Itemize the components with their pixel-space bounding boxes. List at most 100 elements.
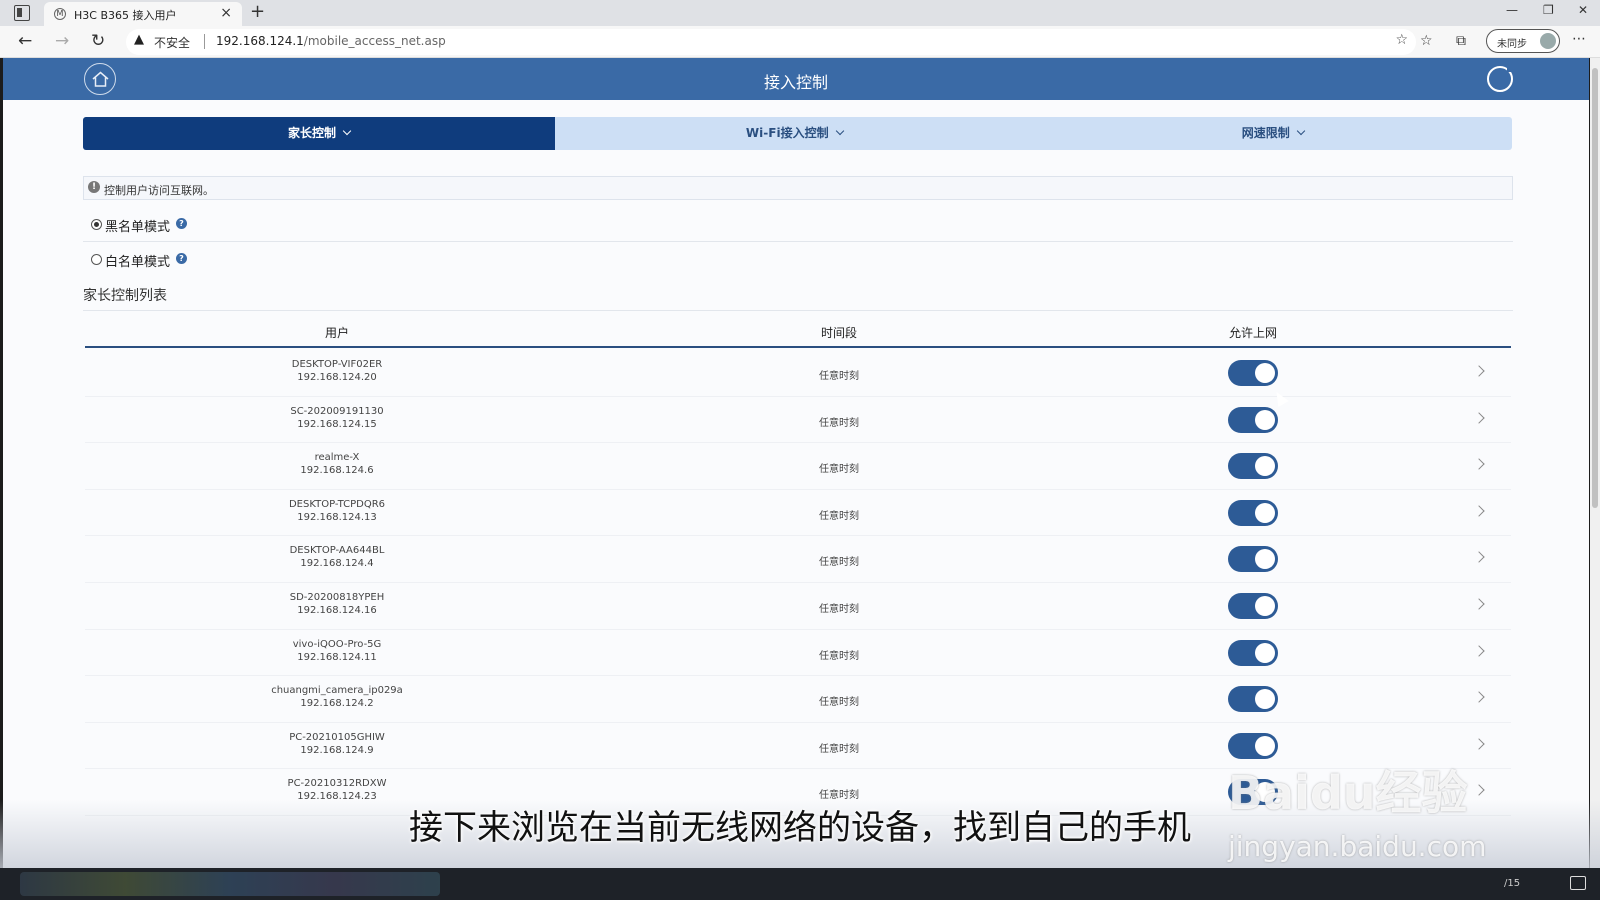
device-name: DESKTOP-TCPDQR6 <box>288 498 386 510</box>
tab-speed-limit[interactable]: 网速限制 <box>1034 117 1513 150</box>
device-name: DESKTOP-VIF02ER <box>291 359 383 370</box>
control-tabs: 家长控制 Wi-Fi接入控制 网速限制 <box>83 117 1512 150</box>
tab-label: 家长控制 <box>287 126 336 140</box>
chevron-right-icon[interactable] <box>1473 784 1485 797</box>
device-ip: 192.168.124.4 <box>300 558 374 570</box>
page-scrollbar[interactable] <box>1590 58 1600 871</box>
taskbar-clock: /15 <box>1504 878 1521 889</box>
table-row[interactable]: DESKTOP-VIF02ER 192.168.124.20 任意时刻 <box>85 350 1511 397</box>
more-menu-icon[interactable]: ⋯ <box>1572 31 1586 47</box>
url-text[interactable]: 192.168.124.1/mobile_access_net.asp <box>216 34 446 48</box>
table-row[interactable]: vivo-iQOO-Pro-5G 192.168.124.11 任意时刻 <box>85 630 1511 677</box>
insecure-label: 不安全 <box>154 36 191 50</box>
whitelist-radio[interactable] <box>91 254 102 265</box>
browser-tab-title: H3C B365 接入用户 <box>74 9 177 22</box>
table-row[interactable]: realme-X 192.168.124.6 任意时刻 <box>85 443 1511 490</box>
allow-internet-toggle[interactable] <box>1228 639 1278 666</box>
refresh-icon[interactable] <box>1487 65 1514 92</box>
table-header: 用户 时间段 允许上网 <box>85 320 1511 348</box>
device-name: realme-X <box>314 452 360 464</box>
add-favorite-icon[interactable]: ☆ <box>1395 32 1408 48</box>
warning-icon[interactable]: ▲ <box>134 32 144 47</box>
allow-internet-toggle[interactable] <box>1228 360 1278 386</box>
help-icon[interactable]: ? <box>176 218 187 229</box>
table-row[interactable]: SD-20200818YPEH 192.168.124.16 任意时刻 <box>85 583 1511 630</box>
toggle-knob <box>1255 502 1275 523</box>
chevron-right-icon[interactable] <box>1473 598 1485 610</box>
allow-internet-toggle[interactable] <box>1228 732 1278 759</box>
tab-wifi-access-control[interactable]: Wi-Fi接入控制 <box>555 117 1034 150</box>
device-ip: 192.168.124.2 <box>300 698 374 710</box>
chevron-right-icon[interactable] <box>1473 738 1485 750</box>
allow-internet-toggle[interactable] <box>1228 546 1278 573</box>
profile-sync-button[interactable]: 未同步 <box>1486 29 1560 53</box>
help-icon[interactable]: ? <box>176 253 187 264</box>
table-row[interactable]: DESKTOP-AA644BL 192.168.124.4 任意时刻 <box>85 536 1511 583</box>
time-period: 任意时刻 <box>819 371 859 382</box>
device-info: vivo-iQOO-Pro-5G 192.168.124.11 <box>293 638 382 664</box>
blacklist-radio[interactable] <box>91 219 102 230</box>
time-period: 任意时刻 <box>819 417 859 429</box>
chevron-down-icon <box>835 126 844 136</box>
table-row[interactable]: chuangmi_camera_ip029a 192.168.124.2 任意时刻 <box>85 676 1511 723</box>
table-row[interactable]: DESKTOP-TCPDQR6 192.168.124.13 任意时刻 <box>85 490 1511 537</box>
chevron-right-icon[interactable] <box>1473 411 1485 424</box>
url-separator <box>204 34 205 49</box>
device-info: SD-20200818YPEH 192.168.124.16 <box>290 591 385 617</box>
allow-internet-toggle[interactable] <box>1228 499 1278 526</box>
allow-internet-toggle[interactable] <box>1228 686 1278 713</box>
reload-icon[interactable]: ↻ <box>91 31 105 51</box>
chevron-right-icon[interactable] <box>1473 505 1485 517</box>
notification-icon[interactable] <box>1570 876 1586 890</box>
minimize-icon[interactable]: — <box>1506 3 1518 17</box>
device-info: DESKTOP-TCPDQR6 192.168.124.13 <box>289 498 385 524</box>
favorites-icon[interactable]: ☆ <box>1420 33 1433 49</box>
toggle-knob <box>1255 456 1275 477</box>
device-ip: 192.168.124.15 <box>297 418 377 430</box>
taskbar: /15 <box>0 868 1600 900</box>
info-icon: ! <box>88 181 100 193</box>
time-period: 任意时刻 <box>819 603 859 615</box>
device-info: SC-202009191130 192.168.124.15 <box>290 405 383 431</box>
whitelist-mode-option[interactable]: 白名单模式 ? <box>83 242 1513 277</box>
window-menu-icon[interactable] <box>14 5 30 21</box>
table-row[interactable]: SC-202009191130 192.168.124.15 任意时刻 <box>85 397 1511 444</box>
page-title: 接入控制 <box>763 73 828 92</box>
chevron-right-icon[interactable] <box>1473 691 1485 703</box>
allow-internet-toggle[interactable] <box>1228 453 1278 480</box>
close-window-icon[interactable]: ✕ <box>1578 3 1588 17</box>
chevron-down-icon <box>1296 126 1305 136</box>
device-ip: 192.168.124.20 <box>297 372 377 383</box>
time-period: 任意时刻 <box>819 464 859 476</box>
device-info: realme-X 192.168.124.6 <box>300 451 373 477</box>
column-header-time: 时间段 <box>820 326 858 340</box>
scrollbar-thumb[interactable] <box>1592 68 1598 508</box>
chevron-down-icon <box>342 126 352 136</box>
time-period: 任意时刻 <box>819 510 859 522</box>
allow-internet-toggle[interactable] <box>1228 406 1278 433</box>
toggle-knob <box>1255 363 1275 383</box>
browser-tab[interactable]: M H3C B365 接入用户 × <box>44 2 242 26</box>
device-ip: 192.168.124.11 <box>297 651 377 663</box>
blacklist-label: 黑名单模式 <box>105 220 171 235</box>
info-notice: ! 控制用户访问互联网。 <box>83 176 1513 200</box>
chevron-right-icon[interactable] <box>1473 458 1485 470</box>
close-tab-icon[interactable]: × <box>220 5 232 21</box>
device-ip: 192.168.124.16 <box>297 604 377 616</box>
chevron-right-icon[interactable] <box>1473 551 1485 564</box>
back-icon[interactable]: ← <box>18 31 32 51</box>
device-name: SC-202009191130 <box>290 405 384 417</box>
favicon-icon: M <box>54 8 66 20</box>
taskbar-apps[interactable] <box>20 872 440 896</box>
allow-internet-toggle[interactable] <box>1228 592 1278 619</box>
chevron-right-icon[interactable] <box>1473 644 1485 657</box>
forward-icon[interactable]: → <box>55 31 69 51</box>
address-bar[interactable]: ▲ 不安全 192.168.124.1/mobile_access_net.as… <box>126 29 1416 55</box>
device-info: PC-20210105GHIW 192.168.124.9 <box>289 731 385 757</box>
new-tab-icon[interactable]: + <box>250 1 265 22</box>
restore-icon[interactable]: ❐ <box>1543 3 1554 17</box>
blacklist-mode-option[interactable]: 黑名单模式 ? <box>83 207 1513 242</box>
tab-parental-control[interactable]: 家长控制 <box>83 117 555 150</box>
chevron-right-icon[interactable] <box>1473 365 1485 377</box>
collections-icon[interactable]: ⧉ <box>1456 33 1466 49</box>
